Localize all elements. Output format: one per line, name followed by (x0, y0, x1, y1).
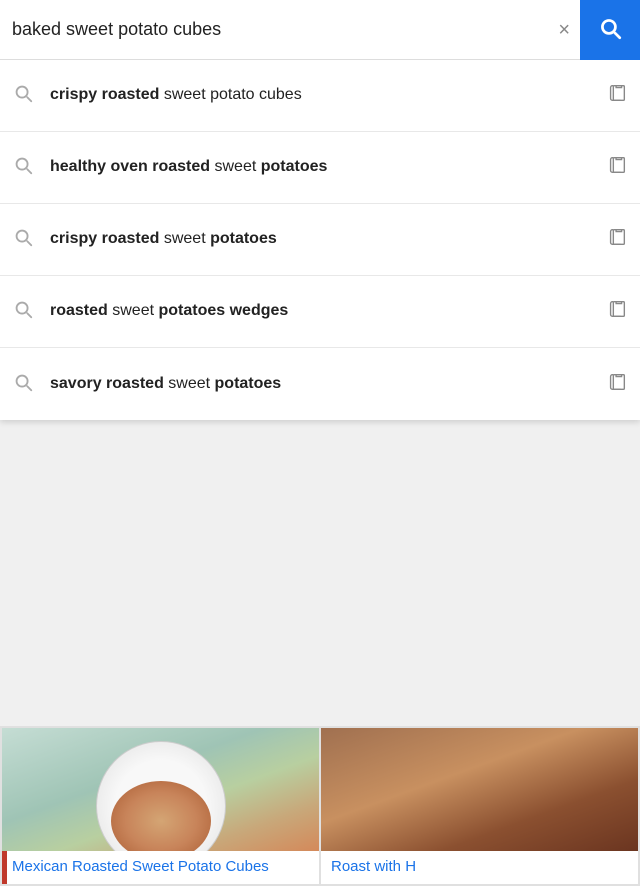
suggestion-item[interactable]: savory roasted sweet potatoes (0, 348, 640, 420)
result-card-left[interactable]: Mexican Roasted Sweet Potato Cubes (2, 728, 319, 884)
image-background-right (321, 728, 638, 851)
suggestion-bold: crispy roasted (50, 86, 159, 103)
suggestion-normal: sweet (108, 302, 159, 319)
suggestion-bold: crispy roasted (50, 230, 159, 247)
suggestion-item[interactable]: crispy roasted sweet potato cubes (0, 60, 640, 132)
result-title-left[interactable]: Mexican Roasted Sweet Potato Cubes (2, 851, 319, 885)
result-image-left (2, 728, 319, 851)
search-icon (12, 154, 34, 181)
suggestion-bold: healthy oven roasted (50, 158, 210, 175)
search-button[interactable] (580, 0, 640, 60)
suggestion-item[interactable]: roasted sweet potatoes wedges (0, 276, 640, 348)
suggestion-normal: sweet potato cubes (159, 86, 301, 103)
suggestion-bold-end: potatoes (215, 375, 282, 392)
suggestions-list: crispy roasted sweet potato cubes health… (0, 60, 640, 420)
suggestion-normal: sweet (210, 158, 261, 175)
result-title-text-right: Roast with H (331, 858, 416, 875)
search-icon (12, 298, 34, 325)
result-card-right[interactable]: Roast with H (321, 728, 638, 884)
search-input[interactable] (12, 19, 548, 40)
search-icon (12, 371, 34, 398)
clear-button[interactable]: × (548, 20, 580, 40)
suggestion-text: savory roasted sweet potatoes (50, 373, 594, 395)
clipboard-icon[interactable] (606, 298, 628, 325)
suggestion-bold-end: potatoes wedges (158, 302, 288, 319)
search-bar: × (0, 0, 640, 60)
suggestion-item[interactable]: healthy oven roasted sweet potatoes (0, 132, 640, 204)
clear-icon: × (558, 19, 570, 41)
results-section: Mexican Roasted Sweet Potato Cubes Roast… (0, 726, 640, 886)
page-wrapper: × crispy roasted sweet potato cubes (0, 0, 640, 886)
clipboard-icon[interactable] (606, 82, 628, 109)
result-image-right (321, 728, 638, 851)
suggestion-bold-end: potatoes (210, 230, 277, 247)
food-decoration (111, 781, 211, 851)
search-icon (12, 82, 34, 109)
clipboard-icon[interactable] (606, 371, 628, 398)
search-icon (597, 15, 623, 44)
suggestion-text: roasted sweet potatoes wedges (50, 300, 594, 322)
suggestion-item[interactable]: crispy roasted sweet potatoes (0, 204, 640, 276)
suggestion-text: crispy roasted sweet potatoes (50, 228, 594, 250)
result-title-text: Mexican Roasted Sweet Potato Cubes (12, 858, 269, 875)
suggestion-bold: savory roasted (50, 375, 164, 392)
suggestion-text: crispy roasted sweet potato cubes (50, 84, 594, 106)
result-title-right[interactable]: Roast with H (321, 851, 638, 885)
suggestion-normal: sweet (164, 375, 215, 392)
clipboard-icon[interactable] (606, 226, 628, 253)
suggestion-text: healthy oven roasted sweet potatoes (50, 156, 594, 178)
image-background (2, 728, 319, 851)
suggestion-bold: roasted (50, 302, 108, 319)
search-icon (12, 226, 34, 253)
clipboard-icon[interactable] (606, 154, 628, 181)
suggestion-normal: sweet (159, 230, 210, 247)
suggestion-bold-end: potatoes (261, 158, 328, 175)
